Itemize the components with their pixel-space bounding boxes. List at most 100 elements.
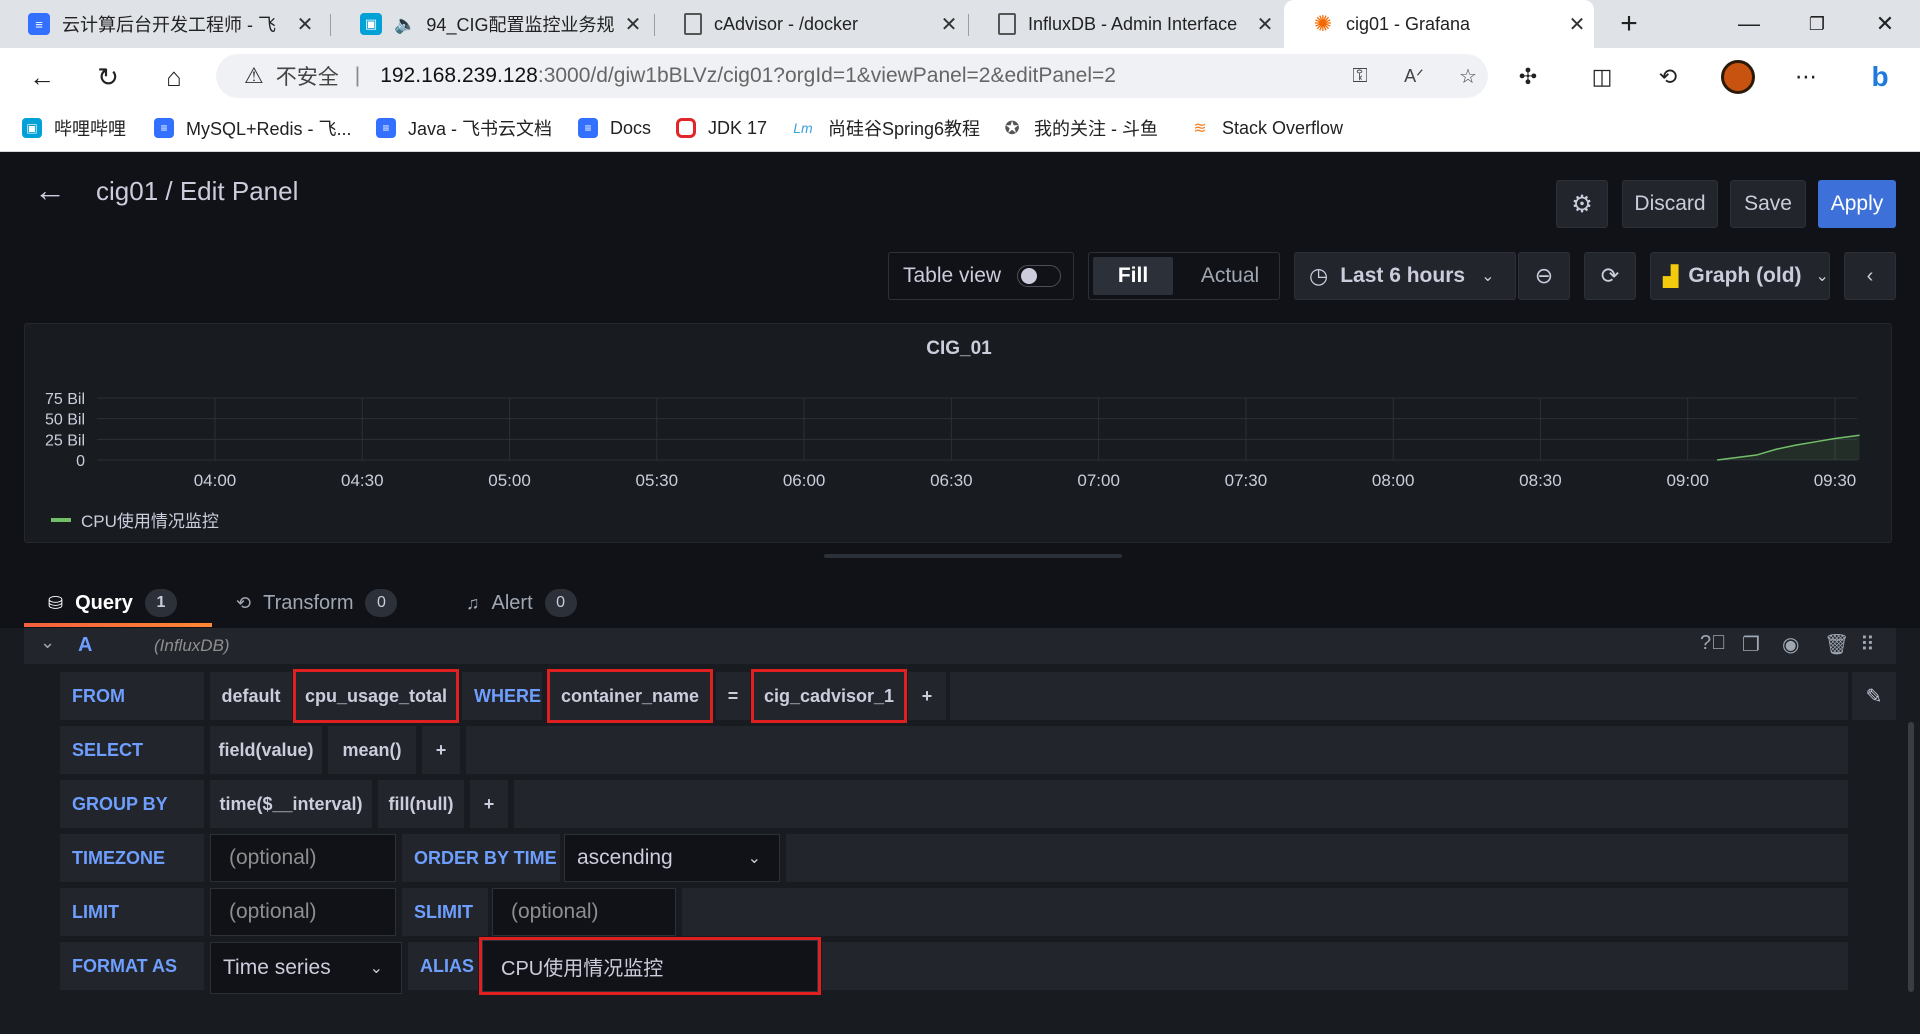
limit-input[interactable]: (optional) xyxy=(210,888,396,936)
bookmark-item[interactable]: ≡ MySQL+Redis - 飞... xyxy=(154,105,352,151)
legend-label: CPU使用情况监控 xyxy=(81,512,219,531)
refresh-icon[interactable]: ⟳ xyxy=(1584,252,1636,300)
new-tab-button[interactable]: + xyxy=(1594,0,1664,48)
help-icon[interactable]: ?⃝ xyxy=(1700,632,1726,655)
chevron-down-icon: ⌄ xyxy=(369,960,383,977)
close-icon[interactable]: ✕ xyxy=(616,12,650,37)
back-icon[interactable]: ← xyxy=(22,57,62,97)
close-icon[interactable]: ✕ xyxy=(932,12,966,37)
key-icon[interactable]: ⚿ xyxy=(1340,54,1380,98)
save-button[interactable]: Save xyxy=(1730,180,1806,228)
drag-handle-icon[interactable]: ⠿ xyxy=(1860,632,1875,657)
apply-button[interactable]: Apply xyxy=(1818,180,1896,228)
more-icon[interactable]: ⋯ xyxy=(1786,57,1826,97)
extensions-icon[interactable]: ✣ xyxy=(1508,57,1548,97)
y-tick-label: 25 Bil xyxy=(45,432,85,449)
fill-option[interactable]: Fill xyxy=(1093,257,1173,295)
visualization-picker[interactable]: ▟ Graph (old) ⌄ xyxy=(1650,252,1830,300)
order-select[interactable]: ascending ⌄ xyxy=(564,834,780,882)
close-icon[interactable]: ✕ xyxy=(1560,12,1594,37)
group-by-fill[interactable]: fill(null) xyxy=(378,780,464,828)
zoom-out-icon[interactable]: ⊖ xyxy=(1518,252,1570,300)
bookmark-item[interactable]: ≡ Docs xyxy=(578,105,651,151)
group-by-time[interactable]: time($__interval) xyxy=(210,780,372,828)
add-group-by-button[interactable]: + xyxy=(470,780,508,828)
actual-option[interactable]: Actual xyxy=(1185,257,1275,295)
browser-tab-cadvisor[interactable]: cAdvisor - /docker ✕ xyxy=(656,0,966,48)
reload-icon[interactable]: ↻ xyxy=(88,57,128,97)
favorite-add-icon[interactable]: ☆ xyxy=(1448,54,1488,98)
close-icon[interactable]: ✕ xyxy=(1248,12,1282,37)
browser-tab-grafana[interactable]: ✺ cig01 - Grafana ✕ xyxy=(1284,0,1594,48)
timezone-label: TIMEZONE xyxy=(60,834,204,882)
history-icon[interactable]: ⟲ xyxy=(1648,57,1688,97)
x-tick-label: 08:00 xyxy=(1372,471,1415,490)
bookmark-label: 尚硅谷Spring6教程 xyxy=(828,119,981,139)
duplicate-icon[interactable]: ❐ xyxy=(1742,632,1760,657)
trash-icon[interactable]: 🗑 xyxy=(1824,632,1849,657)
select-field[interactable]: field(value) xyxy=(210,726,322,774)
toggle-switch[interactable] xyxy=(1017,265,1062,287)
scrollbar[interactable] xyxy=(1908,722,1914,992)
bing-icon[interactable]: b xyxy=(1860,57,1900,97)
page-icon xyxy=(684,13,702,35)
split-screen-icon[interactable]: ◫ xyxy=(1582,57,1622,97)
alias-input[interactable]: CPU使用情况监控 xyxy=(479,937,821,995)
bookmark-item[interactable]: ≋ Stack Overflow xyxy=(1190,105,1343,151)
format-select[interactable]: Time series ⌄ xyxy=(210,942,402,994)
select-aggregation[interactable]: mean() xyxy=(328,726,416,774)
where-operator[interactable]: = xyxy=(716,672,750,720)
bookmark-item[interactable]: JDK 17 xyxy=(676,105,767,151)
where-value-segment[interactable]: cig_cadvisor_1 xyxy=(751,669,907,723)
row-filler xyxy=(466,726,1848,774)
browser-tab-feishu[interactable]: ≡ 云计算后台开发工程师 - 飞 ✕ xyxy=(0,0,322,48)
eye-icon[interactable]: ◉ xyxy=(1782,632,1799,657)
tab-alert[interactable]: ♫ Alert 0 xyxy=(466,583,577,623)
y-tick-label: 0 xyxy=(76,453,85,470)
bookmark-item[interactable]: ▣ 哔哩哔哩 xyxy=(22,105,126,151)
legend-item[interactable]: CPU使用情况监控 xyxy=(51,507,219,532)
bookmark-item[interactable]: ≡ Java - 飞书云文档 xyxy=(376,105,552,151)
where-key-segment[interactable]: container_name xyxy=(547,669,713,723)
panel-resize-handle[interactable] xyxy=(824,554,1122,558)
avatar[interactable] xyxy=(1718,57,1758,97)
time-range-picker[interactable]: ◷ Last 6 hours ⌄ xyxy=(1294,252,1516,300)
tab-transform[interactable]: ⟲ Transform 0 xyxy=(236,583,398,623)
discard-button[interactable]: Discard xyxy=(1622,180,1718,228)
add-where-button[interactable]: + xyxy=(908,672,946,720)
read-aloud-icon[interactable]: Aᐟ xyxy=(1394,54,1434,98)
format-as-label: FORMAT AS xyxy=(60,942,204,990)
edit-query-pencil-icon[interactable]: ✎ xyxy=(1852,672,1896,720)
home-icon[interactable]: ⌂ xyxy=(154,57,194,97)
settings-gear-icon[interactable]: ⚙ xyxy=(1556,180,1608,228)
measurement-segment[interactable]: cpu_usage_total xyxy=(293,669,459,723)
transform-icon: ⟲ xyxy=(236,592,252,613)
browser-tab-bar: ≡ 云计算后台开发工程师 - 飞 ✕ ▣ 🔈 94_CIG配置监控业务规 ✕ c… xyxy=(0,0,1920,48)
slimit-input[interactable]: (optional) xyxy=(492,888,676,936)
retention-policy[interactable]: default xyxy=(210,672,292,720)
collapse-chevron-icon[interactable]: ⌄ xyxy=(40,632,55,653)
collapse-options-icon[interactable]: ‹ xyxy=(1844,252,1896,300)
restore-icon[interactable]: ❐ xyxy=(1782,0,1852,48)
bookmark-label: Stack Overflow xyxy=(1222,117,1344,138)
table-view-toggle[interactable]: Table view xyxy=(888,252,1074,300)
window-close-icon[interactable]: ✕ xyxy=(1850,0,1920,48)
timezone-input[interactable]: (optional) xyxy=(210,834,396,882)
bookmark-item[interactable]: ✪ 我的关注 - 斗鱼 xyxy=(1002,105,1158,151)
warning-icon: ⚠ xyxy=(244,63,264,88)
x-tick-label: 06:30 xyxy=(930,471,973,490)
close-icon[interactable]: ✕ xyxy=(288,12,322,37)
minimize-icon[interactable]: — xyxy=(1714,0,1784,48)
add-select-button[interactable]: + xyxy=(422,726,460,774)
speaker-icon[interactable]: 🔈 xyxy=(394,14,416,35)
bookmark-item[interactable]: Lm 尚硅谷Spring6教程 xyxy=(790,105,980,151)
browser-tab-influxdb[interactable]: InfluxDB - Admin Interface ✕ xyxy=(970,0,1282,48)
group-by-label: GROUP BY xyxy=(60,780,204,828)
tab-query[interactable]: ⛁ Query 1 xyxy=(48,583,177,623)
tab-count: 0 xyxy=(365,589,398,617)
query-ref-id[interactable]: A xyxy=(78,634,92,657)
back-arrow-icon[interactable]: ← xyxy=(34,172,66,209)
select-label: SELECT xyxy=(60,726,204,774)
browser-tab-bilibili[interactable]: ▣ 🔈 94_CIG配置监控业务规 ✕ xyxy=(332,0,650,48)
url-field[interactable]: ⚠ 不安全 | 192.168.239.128 :3000/d/giw1bBLV… xyxy=(216,54,1488,98)
